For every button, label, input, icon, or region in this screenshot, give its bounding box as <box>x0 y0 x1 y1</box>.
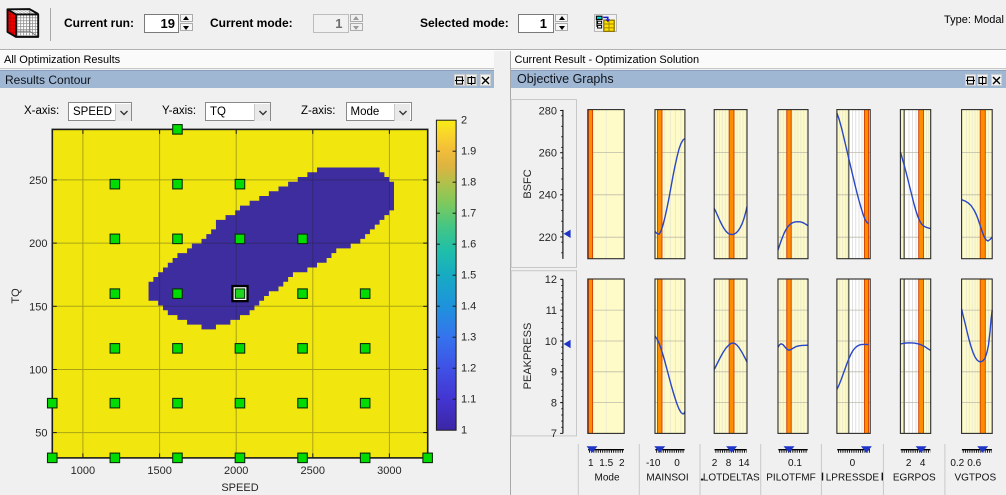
svg-text:2000: 2000 <box>224 465 248 477</box>
svg-text:200: 200 <box>29 238 47 250</box>
svg-text:240: 240 <box>539 190 557 202</box>
svg-text:50: 50 <box>35 428 47 440</box>
svg-text:2: 2 <box>619 458 625 469</box>
svg-text:1.3: 1.3 <box>461 332 476 344</box>
svg-text:260: 260 <box>539 148 557 160</box>
svg-text:150: 150 <box>29 301 47 313</box>
svg-text:2500: 2500 <box>301 465 325 477</box>
svg-text:280: 280 <box>539 105 557 117</box>
svg-text:10: 10 <box>545 336 557 348</box>
svg-text:1: 1 <box>588 458 594 469</box>
svg-text:0.2: 0.2 <box>950 458 964 469</box>
svg-text:0.1: 0.1 <box>788 458 802 469</box>
svg-text:TQ: TQ <box>10 288 22 304</box>
svg-text:1.7: 1.7 <box>461 208 476 220</box>
svg-text:8: 8 <box>551 397 557 409</box>
svg-text:250: 250 <box>29 175 47 187</box>
svg-text:7: 7 <box>551 428 557 440</box>
svg-text:1: 1 <box>461 425 467 437</box>
svg-text:1.6: 1.6 <box>461 239 476 251</box>
svg-text:100: 100 <box>29 365 47 377</box>
svg-text:0.6: 0.6 <box>967 458 981 469</box>
svg-text:SPEED: SPEED <box>221 482 258 494</box>
svg-text:1500: 1500 <box>147 465 171 477</box>
svg-text:2: 2 <box>461 115 467 127</box>
svg-text:220: 220 <box>539 232 557 244</box>
svg-text:EGRPOS: EGRPOS <box>893 473 936 484</box>
svg-text:1.5: 1.5 <box>461 270 476 282</box>
svg-text:9: 9 <box>551 367 557 379</box>
svg-text:1.4: 1.4 <box>461 301 476 313</box>
svg-text:1.9: 1.9 <box>461 146 476 158</box>
svg-text:2: 2 <box>906 458 912 469</box>
svg-text:4: 4 <box>920 458 926 469</box>
svg-text:Mode: Mode <box>594 473 619 484</box>
svg-text:14: 14 <box>738 458 750 469</box>
svg-text:1.5: 1.5 <box>599 458 613 469</box>
svg-text:0: 0 <box>850 458 856 469</box>
svg-text:1.8: 1.8 <box>461 177 476 189</box>
svg-text:1.2: 1.2 <box>461 363 476 375</box>
svg-text:12: 12 <box>545 274 557 286</box>
svg-text:PILOTFMF: PILOTFMF <box>766 473 815 484</box>
svg-text:8: 8 <box>726 458 732 469</box>
svg-text:1.1: 1.1 <box>461 394 476 406</box>
svg-text:3000: 3000 <box>377 465 401 477</box>
svg-text:0: 0 <box>674 458 680 469</box>
svg-text:MAINSOI: MAINSOI <box>646 473 688 484</box>
svg-text:LPRESSDE: LPRESSDE <box>826 473 880 484</box>
svg-text:PEAKPRESS: PEAKPRESS <box>522 323 534 390</box>
svg-text:VGTPOS: VGTPOS <box>954 473 996 484</box>
svg-text:1000: 1000 <box>71 465 95 477</box>
svg-text:11: 11 <box>546 305 557 317</box>
svg-text:-10: -10 <box>646 458 661 469</box>
svg-text:BSFC: BSFC <box>522 169 534 198</box>
svg-text:2: 2 <box>712 458 718 469</box>
svg-text:LOTDELTAS: LOTDELTAS <box>703 473 760 484</box>
